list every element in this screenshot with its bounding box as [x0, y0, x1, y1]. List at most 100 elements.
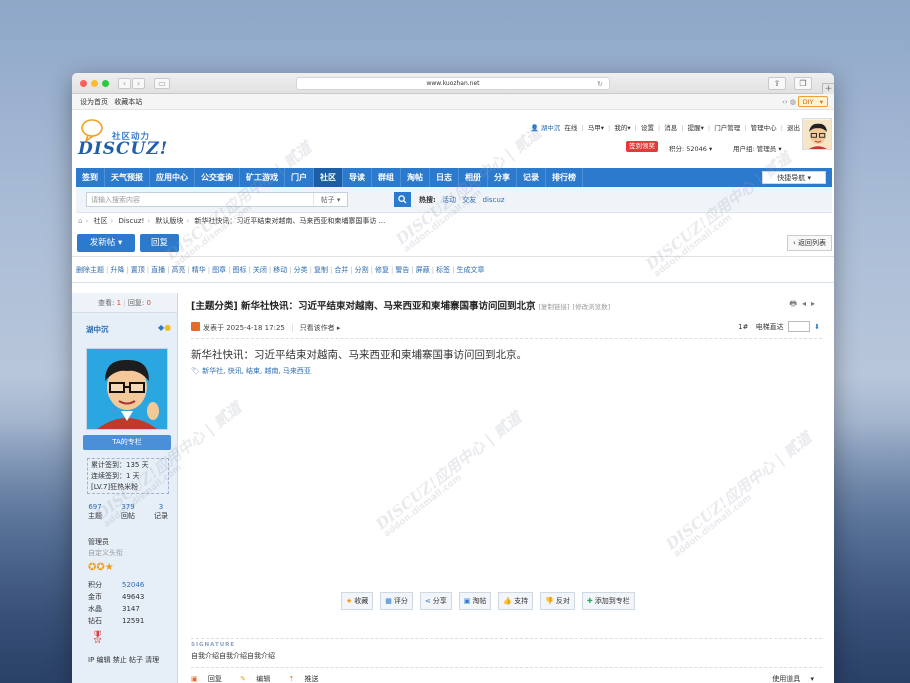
username-link[interactable]: 湖中沉 — [541, 124, 561, 132]
header-avatar[interactable] — [802, 118, 832, 150]
tabs-overview-icon[interactable]: ❐ — [794, 77, 812, 90]
favorite-button[interactable]: ★ 收藏 — [341, 592, 374, 610]
add-to-column-button[interactable]: ✚ 添加到专栏 — [581, 592, 635, 610]
author-column-button[interactable]: TA的专栏 — [83, 435, 171, 450]
new-post-button[interactable]: 发新帖 ▾ — [77, 234, 135, 252]
admin-center-link[interactable]: 管理中心 — [751, 124, 777, 132]
breadcrumb-item[interactable]: 社区 — [94, 217, 108, 225]
moderation-action[interactable]: 分类 — [294, 266, 308, 274]
logout-link[interactable]: 退出 — [787, 124, 800, 132]
user-group-menu[interactable]: 用户组: 管理员 ▾ — [733, 143, 782, 153]
post-tag-list[interactable]: 新华社, 快讯, 结束, 越南, 马来西亚 — [202, 367, 311, 375]
hot-search-item[interactable]: discuz — [483, 196, 505, 204]
back-arrow-icon[interactable]: ‹ — [118, 78, 131, 89]
nav-item[interactable]: 社区 — [314, 168, 343, 187]
moderation-action[interactable]: 复制 — [314, 266, 328, 274]
manage-menu[interactable]: 使用道具 ▾ — [772, 674, 814, 683]
style-switch-icon[interactable]: ‹› ◍ — [782, 94, 796, 110]
home-icon[interactable]: ⌂ — [78, 217, 82, 225]
site-logo[interactable]: 社区动力 DISCUZ! — [78, 118, 168, 162]
moderation-action[interactable]: 合并 — [334, 266, 348, 274]
reload-icon[interactable]: ↻ — [597, 78, 603, 90]
nav-item[interactable]: 矿工游戏 — [240, 168, 285, 187]
bookmark-link[interactable]: 收藏本站 — [114, 98, 142, 106]
address-bar[interactable]: www.kuozhan.net ↻ — [296, 77, 610, 90]
minimize-window-dot[interactable] — [91, 80, 98, 87]
share-icon[interactable]: ⇪ — [768, 77, 786, 90]
credit-value[interactable]: 52046 — [122, 581, 144, 589]
moderation-action[interactable]: 高亮 — [171, 266, 185, 274]
goto-floor-input[interactable] — [787, 321, 810, 332]
quick-nav-button[interactable]: 快捷导航 ▾ — [762, 171, 826, 184]
author-group-name[interactable]: 管理员 — [88, 537, 123, 548]
moderation-action[interactable]: 直播 — [151, 266, 165, 274]
nav-item[interactable]: 分享 — [488, 168, 517, 187]
author-name[interactable]: 湖中沉 — [86, 324, 109, 335]
copy-link[interactable]: [复制链接] — [539, 303, 570, 311]
reply-post-link[interactable]: ▣ 回复 — [191, 675, 230, 683]
nav-item[interactable]: 应用中心 — [150, 168, 195, 187]
nav-item[interactable]: 相册 — [459, 168, 488, 187]
portal-admin-link[interactable]: 门户管理 — [714, 124, 740, 132]
moderation-action[interactable]: 屏蔽 — [416, 266, 430, 274]
sign-in-badge[interactable]: 签到领奖 — [626, 141, 658, 152]
online-status[interactable]: 在线 — [564, 124, 577, 132]
nav-item[interactable]: 群组 — [372, 168, 401, 187]
diy-button[interactable]: DIY ▾ — [797, 96, 828, 107]
search-button[interactable] — [394, 192, 411, 207]
nav-item[interactable]: 淘帖 — [401, 168, 430, 187]
rate-button[interactable]: ▦ 评分 — [380, 592, 413, 610]
nav-item[interactable]: 门户 — [285, 168, 314, 187]
moderation-action[interactable]: 分割 — [355, 266, 369, 274]
search-input[interactable]: 请输入搜索内容 帖子 ▾ — [86, 192, 348, 207]
nav-item[interactable]: 导读 — [343, 168, 372, 187]
breadcrumb-item[interactable]: Discuz! — [119, 217, 145, 225]
hot-search-item[interactable]: 交友 — [462, 196, 476, 204]
sidebar-toggle-icon[interactable]: ▭ — [154, 78, 170, 89]
share-button[interactable]: ⋖ 分享 — [419, 592, 452, 610]
close-window-dot[interactable] — [80, 80, 87, 87]
moderation-action[interactable]: 图标 — [233, 266, 247, 274]
nav-item[interactable]: 公交查询 — [195, 168, 240, 187]
reminders-menu[interactable]: 提醒 — [688, 124, 701, 132]
author-stat[interactable]: 379 回帖 — [121, 503, 135, 521]
only-author-link[interactable]: 只看该作者 — [300, 324, 335, 332]
prev-thread-icon[interactable]: ◂ — [802, 299, 811, 308]
moderation-action[interactable]: 关闭 — [253, 266, 267, 274]
edit-post-link[interactable]: ✎ 编辑 — [240, 675, 278, 683]
credits-menu[interactable]: 积分: 52046 ▾ — [669, 143, 712, 153]
settings-link[interactable]: 设置 — [641, 124, 654, 132]
moderation-action[interactable]: 删除主题 — [76, 266, 104, 274]
moderation-action[interactable]: 标签 — [436, 266, 450, 274]
moderation-action[interactable]: 修复 — [375, 266, 389, 274]
next-thread-icon[interactable]: ▸ — [811, 299, 820, 308]
author-admin-ops[interactable]: IP 编辑 禁止 帖子 清理 — [88, 655, 159, 665]
nav-item[interactable]: 日志 — [430, 168, 459, 187]
nav-item[interactable]: 天气预报 — [105, 168, 150, 187]
push-post-link[interactable]: ⇡ 推送 — [288, 675, 326, 683]
collect-button[interactable]: ▣ 淘帖 — [458, 592, 492, 610]
messages-link[interactable]: 消息 — [664, 124, 677, 132]
maximize-window-dot[interactable] — [102, 80, 109, 87]
goto-floor-icon[interactable]: ⬇ — [814, 323, 820, 331]
search-type-select[interactable]: 帖子 ▾ — [313, 193, 347, 206]
print-icon[interactable]: 🖶 — [789, 299, 802, 308]
author-stat[interactable]: 697 主题 — [88, 503, 102, 521]
forward-arrow-icon[interactable]: › — [132, 78, 145, 89]
back-to-list-button[interactable]: ‹ 返回列表 — [786, 235, 832, 251]
moderation-action[interactable]: 生成文章 — [456, 266, 484, 274]
mine-menu[interactable]: 我的 — [614, 124, 627, 132]
horse-menu[interactable]: 马甲 — [588, 124, 601, 132]
nav-item[interactable]: 签到 — [76, 168, 105, 187]
oppose-button[interactable]: 👎 反对 — [540, 592, 575, 610]
author-avatar[interactable] — [86, 348, 168, 430]
moderation-action[interactable]: 精华 — [192, 266, 206, 274]
moderation-action[interactable]: 图章 — [212, 266, 226, 274]
nav-item[interactable]: 记录 — [517, 168, 546, 187]
hot-search-item[interactable]: 活动 — [442, 196, 456, 204]
breadcrumb-item[interactable]: 默认版块 — [155, 217, 183, 225]
reply-button[interactable]: 回复 — [140, 234, 179, 252]
author-stat[interactable]: 3 记录 — [154, 503, 168, 521]
medal-icon[interactable]: 🎖 — [90, 630, 105, 644]
edit-views-link[interactable]: [修改浏览数] — [573, 303, 611, 311]
